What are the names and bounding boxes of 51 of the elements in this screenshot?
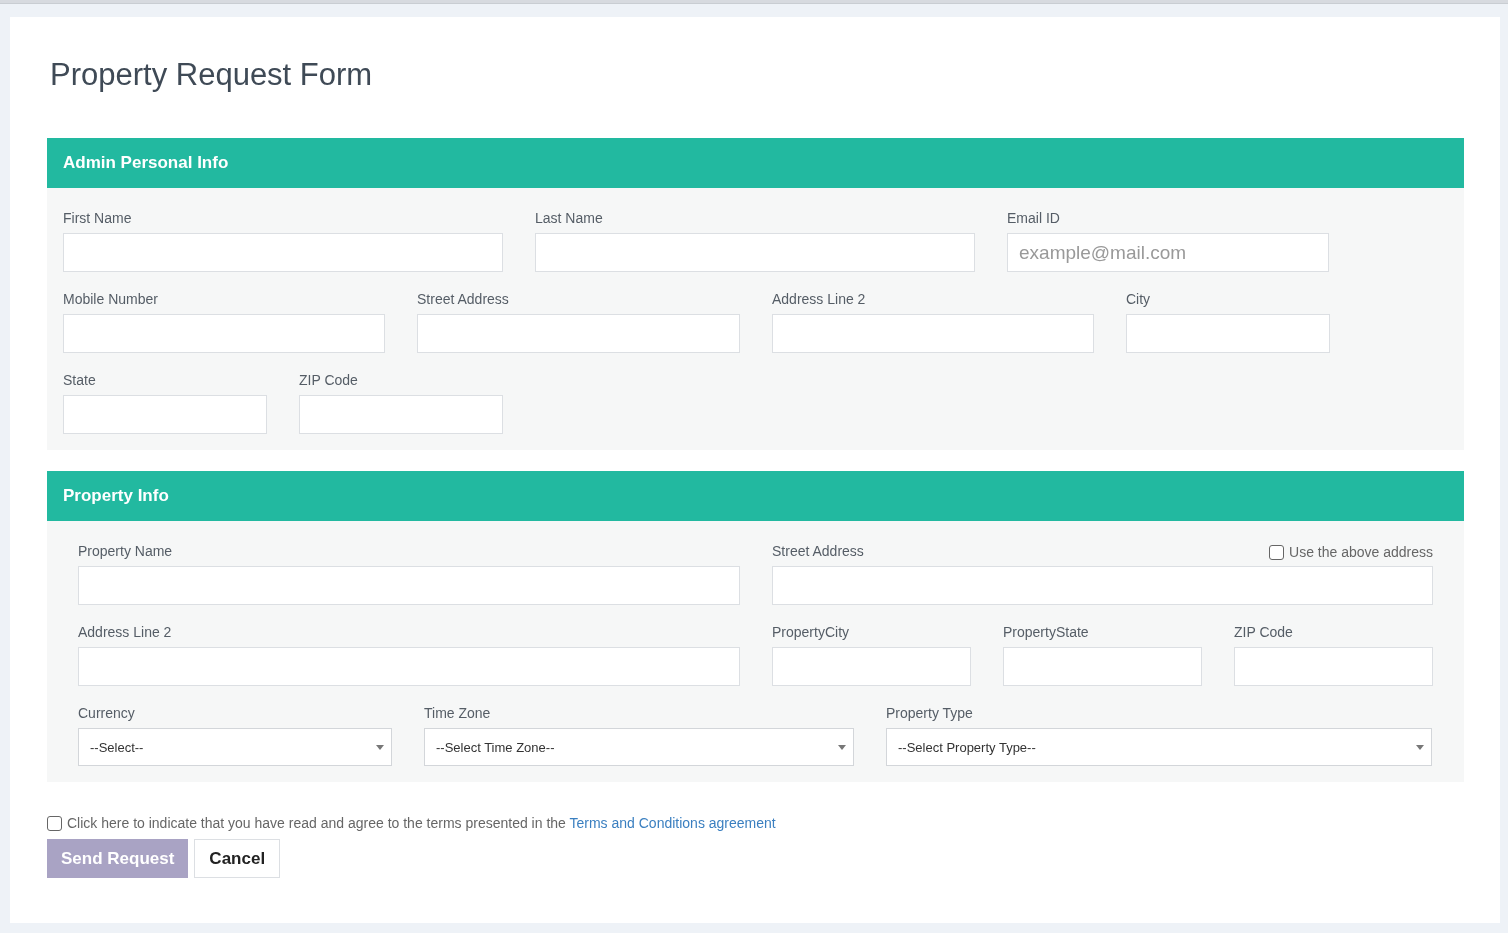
- select-field[interactable]: --Select--: [78, 728, 392, 766]
- caret-icon: [1416, 744, 1424, 750]
- checkbox[interactable]: [47, 815, 62, 831]
- input-field[interactable]: [1003, 647, 1202, 686]
- cancel-button[interactable]: Cancel: [194, 839, 281, 878]
- field-label: State: [63, 371, 96, 389]
- field-label: Currency: [78, 704, 135, 722]
- field-label: Address Line 2: [78, 623, 172, 641]
- section-header: Property Info: [47, 471, 1464, 521]
- checkbox[interactable]: [1269, 544, 1284, 560]
- field-label: Mobile Number: [63, 290, 158, 308]
- input-field[interactable]: [772, 647, 971, 686]
- field-label: Time Zone: [424, 704, 491, 722]
- field-label: Email ID: [1007, 209, 1060, 227]
- input-field[interactable]: [772, 314, 1094, 353]
- field-label: Address Line 2: [772, 290, 866, 308]
- field-label: Last Name: [535, 209, 603, 227]
- section-header: Admin Personal Info: [47, 138, 1464, 188]
- field-label: PropertyState: [1003, 623, 1089, 641]
- caret-icon: [376, 744, 384, 750]
- agreement-text: Click here to indicate that you have read and agree to the terms presented in the Terms and Conditions agreement: [67, 815, 776, 831]
- select-value: --Select Property Type--: [898, 739, 1036, 755]
- field-label: Street Address: [417, 290, 509, 308]
- field-label: ZIP Code: [299, 371, 358, 389]
- field-label: Street Address: [772, 542, 864, 560]
- input-field[interactable]: [63, 395, 267, 434]
- page-title: Property Request Form: [50, 57, 374, 93]
- select-value: --Select Time Zone--: [436, 739, 555, 755]
- input-field[interactable]: [299, 395, 503, 434]
- field-label: PropertyCity: [772, 623, 850, 641]
- input-field[interactable]: [63, 233, 503, 272]
- input-field[interactable]: [1234, 647, 1433, 686]
- field-label: First Name: [63, 209, 132, 227]
- select-field[interactable]: --Select Time Zone--: [424, 728, 854, 766]
- field-label: ZIP Code: [1234, 623, 1293, 641]
- terms-link[interactable]: Terms and Conditions agreement: [569, 815, 776, 831]
- field-label: Property Name: [78, 542, 173, 560]
- input-field[interactable]: [772, 566, 1433, 605]
- input-field[interactable]: [417, 314, 740, 353]
- field-label: City: [1126, 290, 1151, 308]
- input-field[interactable]: example@mail.com: [1007, 233, 1329, 272]
- input-field[interactable]: [78, 647, 740, 686]
- checkbox-label: Use the above address: [1289, 544, 1433, 560]
- select-value: --Select--: [90, 739, 144, 755]
- input-field[interactable]: [1126, 314, 1330, 353]
- field-label: Property Type: [886, 704, 973, 722]
- input-field[interactable]: [63, 314, 385, 353]
- caret-icon: [838, 744, 846, 750]
- input-field[interactable]: [78, 566, 740, 605]
- input-field[interactable]: [535, 233, 975, 272]
- select-field[interactable]: --Select Property Type--: [886, 728, 1432, 766]
